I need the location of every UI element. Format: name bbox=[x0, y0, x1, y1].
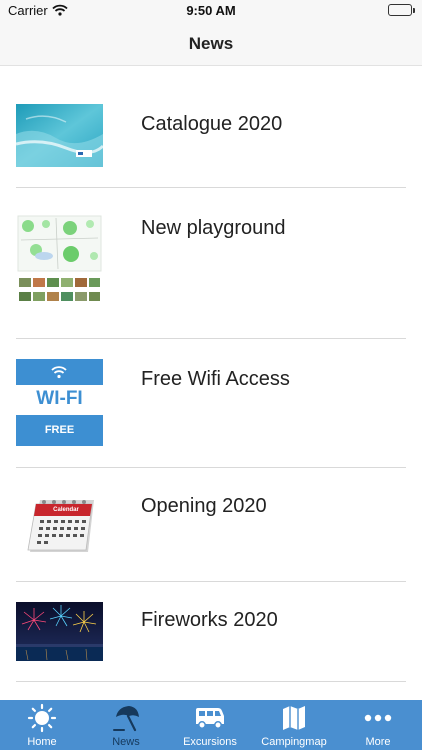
news-item-title: Fireworks 2020 bbox=[141, 609, 278, 631]
tab-more[interactable]: More bbox=[336, 700, 420, 750]
tab-label: More bbox=[365, 736, 391, 748]
wifi-thumbnail: WI-FI FREE bbox=[16, 359, 103, 446]
wifi-thumbnail-bottom: FREE bbox=[16, 415, 103, 446]
tab-label: Excursions bbox=[183, 736, 237, 748]
tab-bar: Home News Excursions Campingmap More bbox=[0, 700, 422, 750]
news-item-title: Catalogue 2020 bbox=[141, 113, 283, 135]
news-item-title: New playground bbox=[141, 217, 286, 239]
fireworks-thumbnail bbox=[16, 602, 103, 661]
page-title: News bbox=[188, 34, 234, 53]
navigation-bar: News bbox=[0, 22, 422, 66]
news-item-opening[interactable]: Calendar Opening 2020 bbox=[0, 468, 422, 582]
tab-home[interactable]: Home bbox=[0, 700, 84, 750]
more-dots-icon bbox=[336, 704, 420, 732]
status-bar: Carrier 9:50 AM bbox=[0, 0, 422, 22]
tab-excursions[interactable]: Excursions bbox=[168, 700, 252, 750]
map-icon bbox=[252, 704, 336, 732]
camper-van-icon bbox=[168, 704, 252, 732]
divider bbox=[16, 681, 406, 682]
tab-news[interactable]: News bbox=[84, 700, 168, 750]
news-item-catalogue[interactable]: Catalogue 2020 bbox=[0, 66, 422, 188]
news-item-title: Free Wifi Access bbox=[141, 368, 290, 390]
tab-label: News bbox=[112, 736, 140, 748]
tab-label: Campingmap bbox=[261, 736, 327, 748]
tab-campingmap[interactable]: Campingmap bbox=[252, 700, 336, 750]
beach-umbrella-icon bbox=[84, 704, 168, 732]
playground-thumbnail bbox=[16, 214, 103, 312]
wifi-icon bbox=[51, 366, 67, 379]
wifi-thumbnail-top bbox=[16, 359, 103, 385]
news-item-title: Opening 2020 bbox=[141, 495, 267, 517]
news-item-playground[interactable]: New playground bbox=[0, 188, 422, 339]
news-item-fireworks[interactable]: Fireworks 2020 bbox=[0, 582, 422, 682]
wifi-thumbnail-text: WI-FI bbox=[36, 388, 83, 409]
status-time: 9:50 AM bbox=[186, 3, 236, 18]
wifi-free-text: FREE bbox=[44, 424, 75, 436]
calendar-thumbnail-text: Calendar bbox=[53, 507, 79, 513]
tab-label: Home bbox=[27, 736, 57, 748]
news-item-wifi[interactable]: WI-FI FREE Free Wifi Access bbox=[0, 339, 422, 468]
sun-icon bbox=[0, 703, 84, 733]
calendar-thumbnail: Calendar bbox=[16, 490, 103, 560]
battery-icon bbox=[388, 4, 415, 16]
catalogue-thumbnail bbox=[16, 104, 103, 167]
